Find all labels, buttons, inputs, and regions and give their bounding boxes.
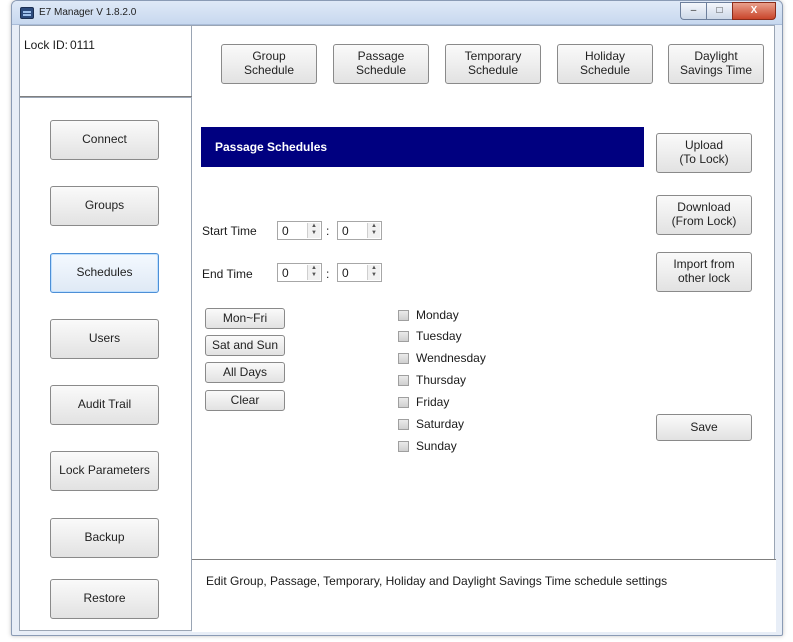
- spin-down-icon[interactable]: ▼: [308, 230, 320, 237]
- start-minute-spinner[interactable]: 0 ▲ ▼: [337, 221, 382, 240]
- end-minute-arrows[interactable]: ▲ ▼: [367, 265, 380, 280]
- spin-up-icon[interactable]: ▲: [308, 265, 320, 272]
- tab-holiday-schedule[interactable]: Holiday Schedule: [557, 44, 653, 84]
- window-controls: – □ X: [680, 2, 776, 21]
- day-thursday[interactable]: Thursday: [398, 372, 466, 388]
- checkbox-icon[interactable]: [398, 330, 409, 342]
- end-time-label: End Time: [202, 267, 253, 281]
- day-label: Monday: [416, 308, 459, 322]
- start-time-label: Start Time: [202, 224, 257, 238]
- end-minute-value: 0: [342, 266, 349, 280]
- tab-passage-schedule[interactable]: Passage Schedule: [333, 44, 429, 84]
- end-hour-spinner[interactable]: 0 ▲ ▼: [277, 263, 322, 282]
- day-monday[interactable]: Monday: [398, 307, 459, 323]
- spin-up-icon[interactable]: ▲: [368, 223, 380, 230]
- checkbox-icon[interactable]: [398, 352, 409, 364]
- minimize-button[interactable]: –: [680, 2, 706, 20]
- upload-button[interactable]: Upload (To Lock): [656, 133, 752, 173]
- checkbox-icon[interactable]: [398, 418, 409, 430]
- sidebar-item-backup[interactable]: Backup: [50, 518, 159, 558]
- day-label: Saturday: [416, 417, 465, 431]
- sidebar-item-schedules[interactable]: Schedules: [50, 253, 159, 293]
- lock-id-panel: Lock ID: 0111: [20, 26, 192, 98]
- checkbox-icon[interactable]: [398, 374, 409, 386]
- start-minute-arrows[interactable]: ▲ ▼: [367, 223, 380, 238]
- tab-temporary-schedule[interactable]: Temporary Schedule: [445, 44, 541, 84]
- start-hour-value: 0: [282, 224, 289, 238]
- day-label: Tuesday: [416, 329, 462, 343]
- import-button[interactable]: Import from other lock: [656, 252, 752, 292]
- spin-up-icon[interactable]: ▲: [368, 265, 380, 272]
- start-hour-arrows[interactable]: ▲ ▼: [307, 223, 320, 238]
- title-bar[interactable]: E7 Manager V 1.8.2.0 – □ X: [12, 1, 782, 25]
- mon-fri-button[interactable]: Mon~Fri: [205, 308, 285, 329]
- end-hour-value: 0: [282, 266, 289, 280]
- day-label: Sunday: [416, 439, 457, 453]
- spin-down-icon[interactable]: ▼: [368, 272, 380, 279]
- save-button[interactable]: Save: [656, 414, 752, 441]
- close-button[interactable]: X: [732, 2, 776, 20]
- maximize-button[interactable]: □: [706, 2, 732, 20]
- download-button[interactable]: Download (From Lock): [656, 195, 752, 235]
- help-panel: Edit Group, Passage, Temporary, Holiday …: [192, 559, 776, 632]
- app-window: E7 Manager V 1.8.2.0 – □ X Lock ID: 0111…: [11, 0, 783, 636]
- lock-id-value: 0111: [70, 38, 95, 52]
- section-header: Passage Schedules: [201, 127, 644, 167]
- spin-down-icon[interactable]: ▼: [308, 272, 320, 279]
- all-days-button[interactable]: All Days: [205, 362, 285, 383]
- day-label: Thursday: [416, 373, 467, 387]
- day-label: Friday: [416, 395, 450, 409]
- day-tuesday[interactable]: Tuesday: [398, 328, 462, 344]
- start-hour-spinner[interactable]: 0 ▲ ▼: [277, 221, 322, 240]
- sidebar-item-groups[interactable]: Groups: [50, 186, 159, 226]
- sidebar-item-users[interactable]: Users: [50, 319, 159, 359]
- spin-down-icon[interactable]: ▼: [368, 230, 380, 237]
- day-label: Wendnesday: [416, 351, 486, 365]
- window-title: E7 Manager V 1.8.2.0: [39, 7, 137, 18]
- client-area: Lock ID: 0111 Connect Groups Schedules U…: [19, 25, 776, 632]
- spin-up-icon[interactable]: ▲: [308, 223, 320, 230]
- day-saturday[interactable]: Saturday: [398, 416, 464, 432]
- tab-group-schedule[interactable]: Group Schedule: [221, 44, 317, 84]
- end-hour-arrows[interactable]: ▲ ▼: [307, 265, 320, 280]
- day-sunday[interactable]: Sunday: [398, 438, 457, 454]
- checkbox-icon[interactable]: [398, 309, 409, 321]
- sidebar-item-connect[interactable]: Connect: [50, 120, 159, 160]
- sidebar-item-audit-trail[interactable]: Audit Trail: [50, 385, 159, 425]
- tab-daylight-savings-time[interactable]: Daylight Savings Time: [668, 44, 764, 84]
- checkbox-icon[interactable]: [398, 396, 409, 408]
- lock-id-label: Lock ID:: [24, 38, 69, 52]
- app-icon: [20, 7, 34, 19]
- day-friday[interactable]: Friday: [398, 394, 449, 410]
- sat-sun-button[interactable]: Sat and Sun: [205, 335, 285, 356]
- clear-button[interactable]: Clear: [205, 390, 285, 411]
- lock-id-underline: [20, 96, 192, 97]
- end-time-separator: :: [326, 267, 330, 281]
- help-text: Edit Group, Passage, Temporary, Holiday …: [206, 574, 668, 588]
- sidebar-item-restore[interactable]: Restore: [50, 579, 159, 619]
- start-minute-value: 0: [342, 224, 349, 238]
- start-time-separator: :: [326, 224, 330, 238]
- sidebar-item-lock-parameters[interactable]: Lock Parameters: [50, 451, 159, 491]
- end-minute-spinner[interactable]: 0 ▲ ▼: [337, 263, 382, 282]
- checkbox-icon[interactable]: [398, 440, 409, 452]
- sidebar: Connect Groups Schedules Users Audit Tra…: [20, 98, 192, 630]
- day-wednesday[interactable]: Wendnesday: [398, 350, 486, 366]
